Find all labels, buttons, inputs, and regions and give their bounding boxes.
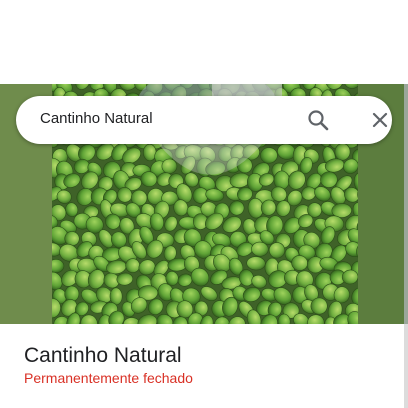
peanut-shape	[142, 143, 157, 162]
place-title: Cantinho Natural	[24, 344, 182, 367]
peanut-shape	[161, 158, 178, 174]
search-input[interactable]: Cantinho Natural	[40, 110, 153, 127]
panel-scroll-edge	[404, 324, 408, 408]
search-bar[interactable]: Cantinho Natural	[16, 96, 392, 144]
top-blank-area	[0, 0, 408, 84]
maps-place-view: Cantinho Natural Cantinho Natural Perman…	[0, 0, 408, 408]
place-status: Permanentemente fechado	[24, 370, 193, 386]
close-button[interactable]	[364, 104, 396, 136]
peanut-shape	[273, 170, 290, 190]
place-info-panel[interactable]: Cantinho Natural Permanentemente fechado	[0, 324, 408, 408]
search-button[interactable]	[302, 104, 334, 136]
search-icon	[308, 110, 329, 131]
close-icon	[372, 112, 388, 128]
